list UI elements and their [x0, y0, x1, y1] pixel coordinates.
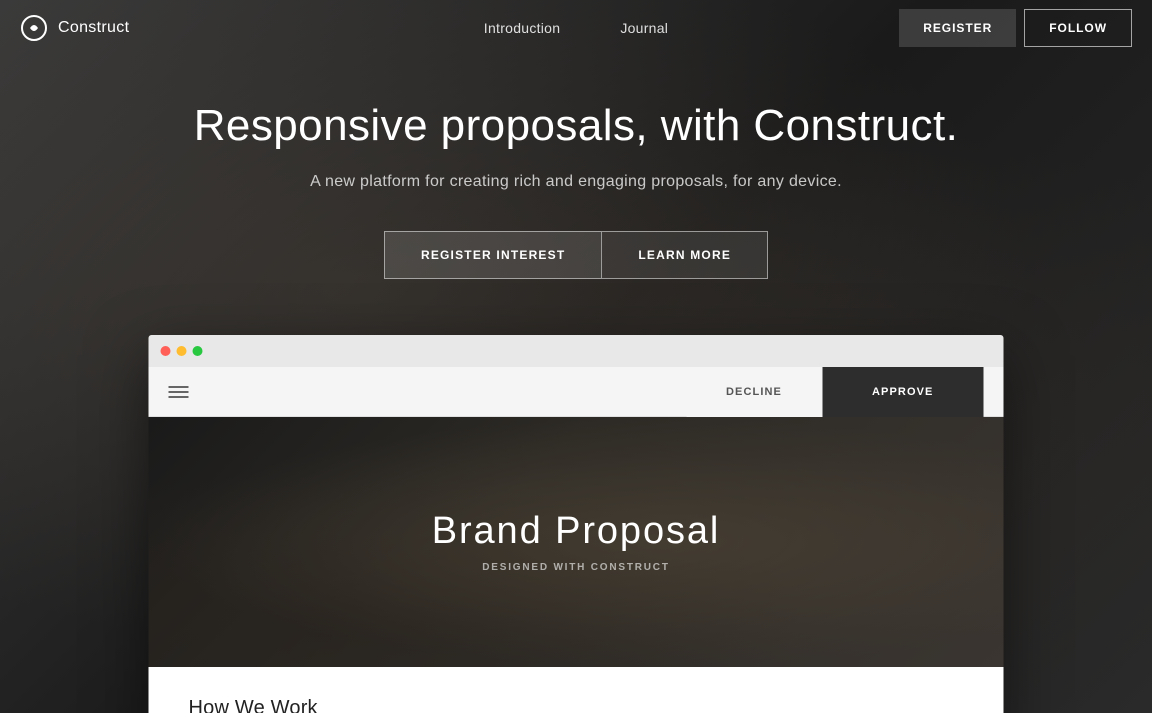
follow-button[interactable]: FOLLOW: [1024, 9, 1132, 47]
menu-icon[interactable]: [169, 386, 189, 398]
browser-chrome: [149, 335, 1004, 367]
proposal-inner: DECLINE APPROVE Brand Proposal DESIGNED …: [149, 367, 1004, 713]
menu-line-2: [169, 391, 189, 393]
hero-title: Responsive proposals, with Construct.: [20, 100, 1132, 153]
nav-journal[interactable]: Journal: [590, 0, 698, 55]
how-we-work-title: How We Work: [189, 697, 964, 713]
nav-links: Introduction Journal: [454, 0, 698, 55]
learn-more-button[interactable]: LEARN MORE: [601, 231, 768, 279]
decline-button[interactable]: DECLINE: [686, 367, 823, 417]
nav-actions: REGISTER FOLLOW: [899, 9, 1132, 47]
proposal-card: DECLINE APPROVE Brand Proposal DESIGNED …: [149, 335, 1004, 713]
browser-dot-red: [161, 346, 171, 356]
brand-name: Construct: [58, 19, 129, 37]
browser-dot-yellow: [177, 346, 187, 356]
proposal-hero-image: Brand Proposal DESIGNED WITH CONSTRUCT: [149, 417, 1004, 667]
nav-introduction[interactable]: Introduction: [454, 0, 591, 55]
toolbar-actions: DECLINE APPROVE: [686, 367, 983, 417]
proposal-brand-subtitle: DESIGNED WITH CONSTRUCT: [482, 562, 670, 573]
proposal-brand-title: Brand Proposal: [432, 511, 721, 553]
browser-dot-green: [193, 346, 203, 356]
brand-logo: [20, 14, 48, 42]
menu-line-1: [169, 386, 189, 388]
how-we-work-section: How We Work In this stage, we will devel…: [149, 667, 1004, 713]
hero-buttons: REGISTER INTEREST LEARN MORE: [20, 231, 1132, 279]
brand: Construct: [20, 14, 129, 42]
proposal-toolbar: DECLINE APPROVE: [149, 367, 1004, 417]
register-nav-button[interactable]: REGISTER: [899, 9, 1016, 47]
approve-button[interactable]: APPROVE: [822, 367, 984, 417]
hero-content: Responsive proposals, with Construct. A …: [0, 100, 1152, 279]
hero-subtitle: A new platform for creating rich and eng…: [20, 173, 1132, 191]
menu-line-3: [169, 396, 189, 398]
hero-section: Responsive proposals, with Construct. A …: [0, 0, 1152, 713]
register-interest-button[interactable]: REGISTER INTEREST: [384, 231, 601, 279]
navbar: Construct Introduction Journal REGISTER …: [0, 0, 1152, 55]
